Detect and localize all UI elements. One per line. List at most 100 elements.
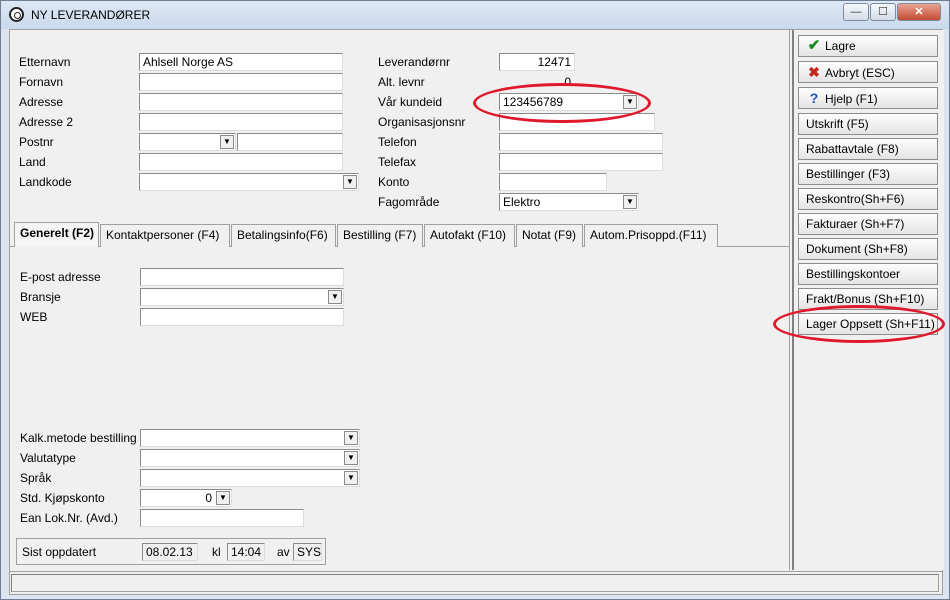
chevron-down-icon[interactable]: ▼ (344, 451, 358, 465)
bestillinger-button[interactable]: Bestillinger (F3) (798, 163, 938, 185)
updated-user: SYS (293, 543, 322, 561)
reskontro-button[interactable]: Reskontro(Sh+F6) (798, 188, 938, 210)
cross-icon: ✖ (808, 64, 820, 80)
valutatype-label: Valutatype (20, 451, 76, 465)
sist-oppdatert-label: Sist oppdatert (22, 545, 97, 559)
epost-field[interactable] (140, 268, 344, 286)
adresse2-field[interactable] (139, 113, 343, 131)
action-sidebar: ✔ Lagre ✖ Avbryt (ESC) ? Hjelp (F1) Utskrif… (792, 30, 944, 570)
fornavn-label: Fornavn (19, 75, 64, 89)
rabattavtale-button[interactable]: Rabattavtale (F8) (798, 138, 938, 160)
epost-label: E-post adresse (20, 270, 101, 284)
adresse-field[interactable] (139, 93, 343, 111)
kl-label: kl (212, 545, 221, 559)
sprak-combo[interactable]: ▼ (140, 469, 360, 487)
chevron-down-icon[interactable]: ▼ (216, 491, 230, 505)
avbryt-button[interactable]: ✖ Avbryt (ESC) (798, 61, 938, 83)
question-icon: ? (809, 90, 819, 106)
telefon-label: Telefon (378, 135, 417, 149)
status-panel (11, 574, 939, 592)
status-bar (10, 571, 942, 594)
maximize-button[interactable]: ☐ (870, 3, 896, 21)
kalk-label: Kalk.metode bestilling (20, 431, 137, 445)
chevron-down-icon[interactable]: ▼ (623, 95, 637, 109)
last-updated-box: Sist oppdatert 08.02.13 kl 14:04 av SYS (16, 538, 326, 565)
etternavn-label: Etternavn (19, 55, 71, 69)
landkode-combo[interactable]: ▼ (139, 173, 359, 191)
fakturaer-button[interactable]: Fakturaer (Sh+F7) (798, 213, 938, 235)
web-label: WEB (20, 310, 48, 324)
fagomrade-label: Fagområde (378, 195, 440, 209)
land-field[interactable] (139, 153, 343, 171)
updated-time: 14:04 (227, 543, 265, 561)
bestillingskontoer-button[interactable]: Bestillingskontoer (798, 263, 938, 285)
organisasjonsnr-field[interactable] (499, 113, 655, 131)
utskrift-button[interactable]: Utskrift (F5) (798, 113, 938, 135)
tab-bestilling[interactable]: Bestilling (F7) (337, 224, 423, 247)
tab-autofakt[interactable]: Autofakt (F10) (424, 224, 515, 247)
hjelp-label: Hjelp (F1) (825, 92, 878, 106)
postnr-label: Postnr (19, 135, 54, 149)
konto-label: Konto (378, 175, 410, 189)
tab-kontaktpersoner[interactable]: Kontaktpersoner (F4) (100, 224, 230, 247)
organisasjonsnr-label: Organisasjonsnr (378, 115, 466, 129)
adresse-label: Adresse (19, 95, 64, 109)
av-label: av (277, 545, 290, 559)
leverandornr-label: Leverandørnr (378, 55, 451, 69)
lagre-button[interactable]: ✔ Lagre (798, 35, 938, 57)
adresse2-label: Adresse 2 (19, 115, 74, 129)
tab-notat[interactable]: Notat (F9) (516, 224, 583, 247)
landkode-label: Landkode (19, 175, 72, 189)
hjelp-button[interactable]: ? Hjelp (F1) (798, 87, 938, 109)
alt-levnr-label: Alt. levnr (378, 75, 425, 89)
land-label: Land (19, 155, 46, 169)
postnr-combo[interactable]: ▼ (139, 133, 236, 151)
chevron-down-icon[interactable]: ▼ (343, 175, 357, 189)
chevron-down-icon[interactable]: ▼ (344, 471, 358, 485)
chevron-down-icon[interactable]: ▼ (623, 195, 637, 209)
app-window: NY LEVERANDØRER — ☐ ✕ Etternavn Ahlsell … (0, 0, 950, 600)
bransje-combo[interactable]: ▼ (140, 288, 344, 306)
var-kundeid-label: Vår kundeid (378, 95, 443, 109)
tab-generelt[interactable]: Generelt (F2) (14, 222, 99, 247)
client-area: Etternavn Ahlsell Norge AS Fornavn Adres… (9, 29, 944, 595)
lager-oppsett-button[interactable]: Lager Oppsett (Sh+F11) (798, 313, 938, 335)
bransje-label: Bransje (20, 290, 61, 304)
title-bar: NY LEVERANDØRER — ☐ ✕ (1, 1, 949, 29)
avbryt-label: Avbryt (ESC) (825, 66, 895, 80)
fornavn-field[interactable] (139, 73, 343, 91)
kjopskonto-value: 0 (205, 491, 212, 505)
window-title: NY LEVERANDØRER (31, 8, 151, 22)
telefax-field[interactable] (499, 153, 663, 171)
kalk-combo[interactable]: ▼ (140, 429, 360, 447)
updated-date: 08.02.13 (142, 543, 198, 561)
telefon-field[interactable] (499, 133, 663, 151)
valutatype-combo[interactable]: ▼ (140, 449, 360, 467)
app-logo-icon (9, 7, 24, 22)
ean-field[interactable] (140, 509, 304, 527)
dokument-button[interactable]: Dokument (Sh+F8) (798, 238, 938, 260)
var-kundeid-value: 123456789 (503, 95, 564, 109)
konto-field[interactable] (499, 173, 607, 191)
frakt-bonus-button[interactable]: Frakt/Bonus (Sh+F10) (798, 288, 938, 310)
ean-label: Ean Lok.Nr. (Avd.) (20, 511, 118, 525)
supplier-form: Etternavn Ahlsell Norge AS Fornavn Adres… (10, 30, 790, 570)
minimize-button[interactable]: — (843, 3, 869, 21)
leverandornr-field[interactable]: 12471 (499, 53, 575, 71)
var-kundeid-combo[interactable]: 123456789 ▼ (499, 93, 639, 111)
poststed-field[interactable] (237, 133, 343, 151)
fagomrade-combo[interactable]: Elektro ▼ (499, 193, 639, 211)
web-field[interactable] (140, 308, 344, 326)
etternavn-field[interactable]: Ahlsell Norge AS (139, 53, 343, 71)
sprak-label: Språk (20, 471, 52, 485)
chevron-down-icon[interactable]: ▼ (220, 135, 234, 149)
lagre-label: Lagre (825, 39, 856, 53)
chevron-down-icon[interactable]: ▼ (344, 431, 358, 445)
tab-betalingsinfo[interactable]: Betalingsinfo(F6) (231, 224, 336, 247)
close-button[interactable]: ✕ (897, 3, 941, 21)
kjopskonto-label: Std. Kjøpskonto (20, 491, 105, 505)
chevron-down-icon[interactable]: ▼ (328, 290, 342, 304)
alt-levnr-field[interactable]: 0 (499, 73, 575, 91)
tab-autom-prisoppd[interactable]: Autom.Prisoppd.(F11) (584, 224, 718, 247)
kjopskonto-combo[interactable]: 0 ▼ (140, 489, 232, 507)
